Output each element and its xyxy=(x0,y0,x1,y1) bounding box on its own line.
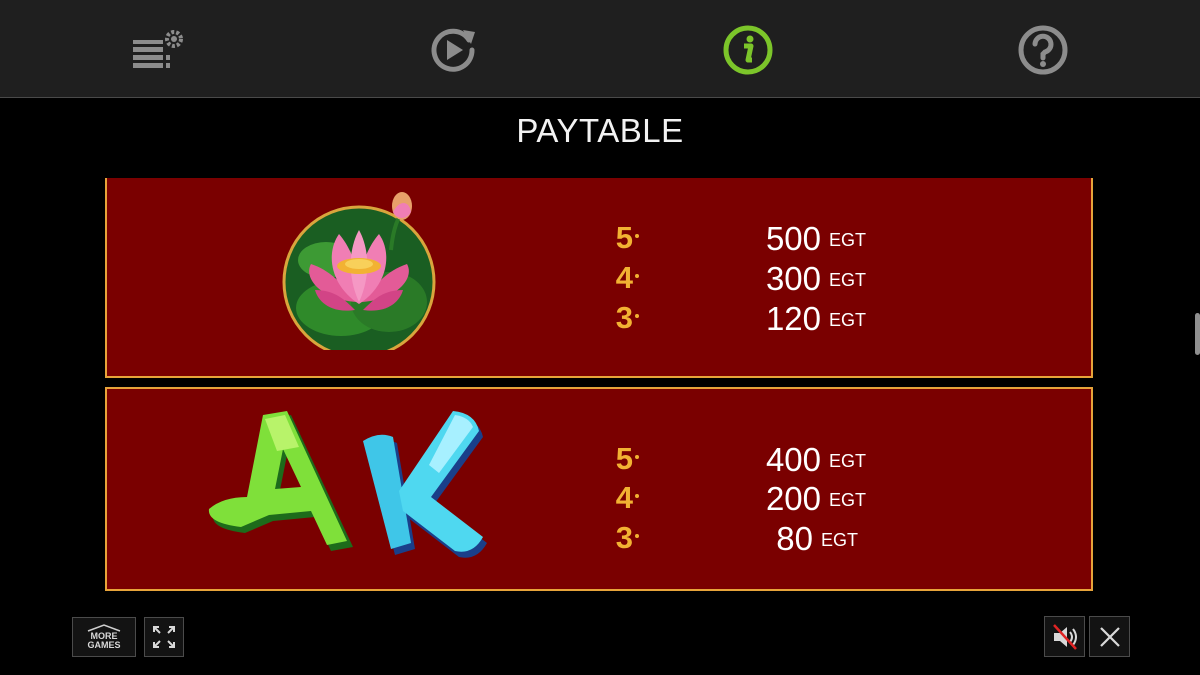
dot-separator xyxy=(635,314,639,318)
stack-gear-icon xyxy=(133,30,183,68)
paytable-panel-ak: 5 400 EGT 4 200 EGT 3 80 EGT xyxy=(105,387,1093,591)
close-button[interactable] xyxy=(1089,616,1130,657)
symbol-count: 5 xyxy=(615,220,633,255)
fullscreen-button[interactable] xyxy=(144,617,184,657)
pay-row: 5 400 EGT xyxy=(107,441,1095,481)
symbol-count: 4 xyxy=(615,480,633,515)
payout-amount: 80 xyxy=(776,520,813,557)
info-icon xyxy=(723,25,773,75)
page-title: PAYTABLE xyxy=(516,112,684,149)
speaker-muted-icon xyxy=(1052,623,1077,650)
paytable-panel-lotus: 5 500 EGT 4 300 EGT 3 120 EGT xyxy=(105,178,1093,378)
more-games-line2: GAMES xyxy=(87,640,121,650)
close-icon xyxy=(1099,626,1120,647)
payout-amount: 500 xyxy=(765,220,821,257)
payout-amount: 300 xyxy=(765,260,821,297)
payout-amount: 120 xyxy=(765,300,821,337)
dot-separator xyxy=(635,455,639,459)
settings-button[interactable] xyxy=(130,22,186,78)
pay-row: 3 120 EGT xyxy=(107,300,1095,340)
payout-unit: EGT xyxy=(821,530,859,550)
info-button[interactable] xyxy=(720,22,776,78)
more-games-button[interactable]: MORE GAMES xyxy=(72,617,136,657)
dot-separator xyxy=(635,534,639,538)
payout-amount: 400 xyxy=(765,441,821,478)
payout-amount: 200 xyxy=(765,480,821,517)
dot-separator xyxy=(635,234,639,238)
symbol-count: 4 xyxy=(615,260,633,295)
scrollbar-thumb[interactable] xyxy=(1195,313,1200,355)
autoplay-button[interactable] xyxy=(425,22,481,78)
pay-row: 4 300 EGT xyxy=(107,260,1095,300)
pay-row: 3 80 EGT xyxy=(107,520,1095,560)
help-icon xyxy=(1018,25,1068,75)
payout-unit: EGT xyxy=(829,310,867,330)
payout-unit: EGT xyxy=(829,230,867,250)
symbol-count: 5 xyxy=(615,441,633,476)
pay-row: 5 500 EGT xyxy=(107,220,1095,260)
payout-unit: EGT xyxy=(829,490,867,510)
fullscreen-icon xyxy=(153,626,175,648)
replay-icon xyxy=(431,28,475,72)
payout-unit: EGT xyxy=(829,270,867,290)
pay-row: 4 200 EGT xyxy=(107,480,1095,520)
symbol-count: 3 xyxy=(615,520,633,555)
payout-unit: EGT xyxy=(829,451,867,471)
dot-separator xyxy=(635,274,639,278)
sound-toggle-button[interactable] xyxy=(1044,616,1085,657)
top-toolbar xyxy=(0,0,1200,98)
symbol-count: 3 xyxy=(615,300,633,335)
dot-separator xyxy=(635,494,639,498)
help-button[interactable] xyxy=(1015,22,1071,78)
